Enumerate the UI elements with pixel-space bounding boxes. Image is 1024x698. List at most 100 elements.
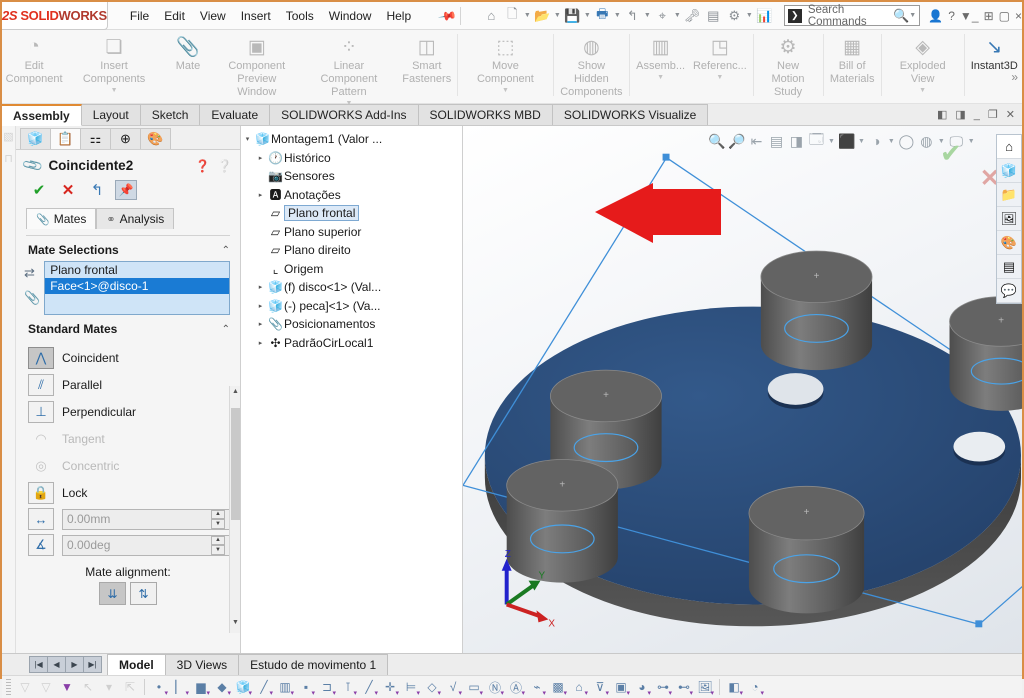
step-icon[interactable]: ⊓ [4,152,13,165]
comments-icon[interactable]: 💬 [997,279,1021,303]
home-icon[interactable]: ⌂ [997,135,1021,159]
tab-assembly[interactable]: Assembly [2,104,82,126]
ribbon-component-preview[interactable]: ▣ ComponentPreview Window [214,34,300,99]
maximize-button[interactable]: ▢ [999,9,1010,23]
filter-active-icon[interactable]: ▼ [57,678,77,697]
tab-feature-manager[interactable]: 🧊 [20,128,51,149]
apply-scene-icon[interactable]: ◯ [898,133,915,150]
chevron-down-icon[interactable]: ▼ [644,12,651,19]
angle-input[interactable]: 0.00deg ▲ ▼ [62,535,230,556]
tab-configuration-manager[interactable]: ⚏ [80,128,111,149]
ribbon-reference-geometry[interactable]: ◳ Referenc... ▼ [689,34,750,81]
ribbon-new-motion-study[interactable]: ⚙ New MotionStudy [755,34,820,99]
property-manager-scrollbar[interactable]: ▲ ▼ [229,386,240,633]
filter-weld-symbols-icon[interactable]: √▾ [443,678,463,697]
menu-item-insert[interactable]: Insert [241,9,271,23]
previous-view-icon[interactable]: ⇤ [748,133,765,150]
select-arrow-icon[interactable]: ↖ [78,678,98,697]
chevron-down-icon[interactable]: ▼ [584,12,591,19]
view-orientation-icon[interactable]: ◨ [788,133,805,150]
chevron-down-icon[interactable]: ▼ [960,9,967,23]
model-view-icon[interactable]: 🧊 [997,159,1021,183]
bottom-tab-model[interactable]: Model [107,654,166,675]
chevron-down-icon[interactable]: ▼ [888,138,895,145]
close-doc-icon[interactable]: ✕ [1006,108,1015,121]
stepper-down-icon[interactable]: ▼ [211,519,225,529]
tree-item-plano-frontal[interactable]: ▱ Plano frontal [241,204,462,223]
ribbon-overflow-icon[interactable]: » [1011,70,1018,84]
filter-clear-icon[interactable]: ▽ [36,678,56,697]
nav-prev-icon[interactable]: ◀ [47,656,66,673]
edit-appearance-icon[interactable]: ◑ [868,133,885,149]
chevron-down-icon[interactable]: ▼ [909,12,916,19]
filter-faces-icon[interactable]: ▆▾ [191,678,211,697]
expand-arrow-icon[interactable]: ▸ [254,302,267,310]
filter-surface-bodies-icon[interactable]: ◆▾ [212,678,232,697]
solidworks-logo[interactable]: 2SSOLIDWORKS [2,2,108,30]
filter-images-icon[interactable]: 🖼▾ [695,678,715,697]
nav-next-icon[interactable]: ▶ [65,656,84,673]
tree-item-plano-direito[interactable]: ▱ Plano direito [241,241,462,260]
appearances-icon[interactable]: 🖼 [997,207,1021,231]
accept-ok-button[interactable]: ✔ [28,180,50,200]
tree-item-origem[interactable]: ⌞ Origem [241,260,462,279]
menu-item-view[interactable]: View [200,9,226,23]
chevron-down-icon[interactable]: ▼ [858,138,865,145]
stepper-up-icon[interactable]: ▲ [211,510,225,520]
subtab-mates[interactable]: 📎 Mates [26,208,96,229]
chevron-down-icon[interactable]: ▼ [614,12,621,19]
minimize-doc-icon[interactable]: _ [974,109,980,121]
chart-icon[interactable]: 📊 [755,6,774,25]
filter-notes-icon[interactable]: ▭▾ [464,678,484,697]
expand-arrow-icon[interactable]: ▸ [254,191,267,199]
mate-option-parallel[interactable]: ⫽ Parallel [16,371,240,398]
filter-balloons-icon[interactable]: Ⓐ▾ [506,678,526,697]
graphics-area[interactable]: 🔍 🔎 ⇤ ▤ ◨ 🗔 ▼ ⬛ ▼ ◑ ▼ ◯ ◍ ▼ 🖵 ▼ ✔ ✕ [463,126,1022,653]
chevron-down-icon[interactable]: ▼ [674,12,681,19]
chevron-down-icon[interactable]: ▼ [524,12,531,19]
zoom-to-fit-icon[interactable]: 🔍 [708,133,725,150]
chevron-down-icon[interactable]: ▼ [111,87,118,94]
collapse-left-icon[interactable]: ◧ [937,108,947,121]
measure-icon[interactable]: 🗝 [683,6,702,25]
ribbon-exploded-view[interactable]: ◈ Exploded View ▼ [884,34,962,94]
view-settings-icon[interactable]: ◍ [918,133,935,150]
ribbon-mate[interactable]: 📎 Mate [162,34,214,73]
select-dropdown-icon[interactable]: ▾ [99,678,119,697]
chevron-down-icon[interactable]: ▼ [919,87,926,94]
section-view-icon[interactable]: ▤ [768,133,785,150]
cancel-button[interactable]: ✕ [57,180,79,200]
new-document-icon[interactable]: 🗋 [503,6,522,25]
filter-edges-icon[interactable]: ▏▾ [170,678,190,697]
menu-item-tools[interactable]: Tools [286,9,314,23]
expand-arrow-icon[interactable]: ▾ [241,135,254,143]
mate-selections-header[interactable]: Mate Selections ⌃ [16,236,240,261]
tab-sketch[interactable]: Sketch [141,104,201,125]
filter-connection-icon[interactable]: ⊽▾ [590,678,610,697]
stepper-up-icon[interactable]: ▲ [211,536,225,546]
chevron-down-icon[interactable]: ▼ [657,74,664,81]
filter-blocks-icon[interactable]: ▩▾ [548,678,568,697]
tree-item-sensores[interactable]: 📷 Sensores [241,167,462,186]
filter-sketch-points-icon[interactable]: ▪▾ [296,678,316,697]
tree-item-historico[interactable]: ▸ 🕐 Histórico [241,149,462,168]
tab-evaluate[interactable]: Evaluate [200,104,270,125]
chevron-up-icon[interactable]: ⌃ [222,245,230,256]
tab-layout[interactable]: Layout [82,104,141,125]
angle-icon[interactable]: ∡ [28,534,54,556]
tree-item-anotacoes[interactable]: ▸ 🅰 Anotações [241,186,462,205]
standard-mates-header[interactable]: Standard Mates ⌃ [16,315,240,340]
aligned-icon[interactable]: ⇊ [99,582,126,605]
print-icon[interactable]: 🖶 [593,6,612,25]
tree-item-disco[interactable]: ▸ 🧊 (f) disco<1> (Val... [241,278,462,297]
ribbon-insert-components[interactable]: ❏ Insert Components ▼ [66,34,162,94]
nav-first-icon[interactable]: |◀ [29,656,48,673]
filter-decals-icon[interactable]: ◔▾ [745,678,765,697]
tab-addins[interactable]: SOLIDWORKS Add-Ins [270,104,418,125]
tab-dimxpert-manager[interactable]: ⊕ [110,128,141,149]
mate-option-perpendicular[interactable]: ⊥ Perpendicular [16,398,240,425]
restore-doc-icon[interactable]: ❐ [988,108,998,121]
menu-item-edit[interactable]: Edit [164,9,185,23]
anti-aligned-icon[interactable]: ⇅ [130,582,157,605]
subtab-analysis[interactable]: ⚭ Analysis [96,208,174,229]
